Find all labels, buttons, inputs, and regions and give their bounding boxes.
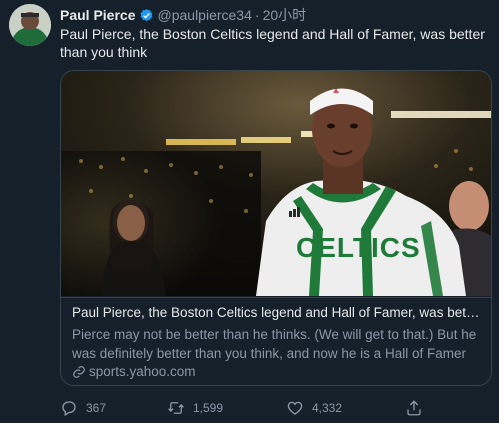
card-text-area: Paul Pierce, the Boston Celtics legend a… xyxy=(61,297,491,379)
separator-dot: · xyxy=(254,7,260,23)
retweet-button[interactable]: 1,599 xyxy=(167,399,223,417)
card-description: Pierce may not be better than he thinks.… xyxy=(72,327,477,361)
verified-badge-icon xyxy=(140,8,152,21)
retweet-icon xyxy=(168,402,184,414)
card-domain[interactable]: sports.yahoo.com xyxy=(72,363,196,381)
retweet-count: 1,599 xyxy=(193,401,224,415)
author-name[interactable]: Paul Pierce xyxy=(60,6,136,24)
card-title[interactable]: Paul Pierce, the Boston Celtics legend a… xyxy=(72,304,482,322)
card-domain-text: sports.yahoo.com xyxy=(89,364,196,379)
jersey-lettering: CELTICS xyxy=(296,232,421,263)
like-button[interactable]: 4,332 xyxy=(286,399,342,417)
card-image: CELTICS xyxy=(61,71,491,296)
reply-button[interactable]: 367 xyxy=(60,399,106,417)
reply-count: 367 xyxy=(86,401,107,415)
avatar-image xyxy=(9,4,51,46)
tweet-header: Paul Pierce @paulpierce34 · 20小时 xyxy=(60,6,306,24)
link-icon xyxy=(73,366,85,378)
like-count: 4,332 xyxy=(312,401,343,415)
avatar[interactable] xyxy=(9,4,51,46)
link-preview-card[interactable]: CELTICS Paul Pierce, the Boston Celtics … xyxy=(60,70,492,386)
tweet-actions: 367 1,599 4,332 xyxy=(60,399,490,419)
like-icon xyxy=(287,401,303,415)
author-handle[interactable]: @paulpierce34 xyxy=(158,6,252,24)
tweet-text: Paul Pierce, the Boston Celtics legend a… xyxy=(60,26,485,60)
tweet-timestamp[interactable]: 20小时 xyxy=(263,6,307,24)
share-button[interactable] xyxy=(405,399,431,417)
reply-icon xyxy=(62,401,76,416)
share-icon xyxy=(407,400,421,416)
